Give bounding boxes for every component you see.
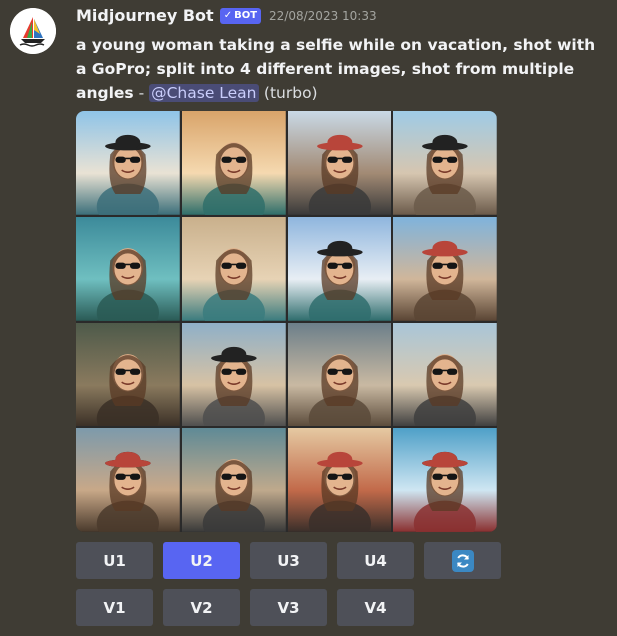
v1-button[interactable]: V1 — [76, 589, 153, 626]
message-header: Midjourney Bot ✓ BOT 22/08/2023 10:33 — [76, 6, 377, 25]
u1-button[interactable]: U1 — [76, 542, 153, 579]
upscale-button-row: U1 U2 U3 U4 — [76, 542, 501, 579]
v2-button[interactable]: V2 — [163, 589, 240, 626]
refresh-icon — [451, 549, 474, 572]
reroll-button[interactable] — [424, 542, 501, 579]
image-tile[interactable] — [181, 111, 286, 215]
photo-thumbnail — [76, 428, 180, 532]
image-tile[interactable] — [76, 428, 180, 532]
separator: - — [133, 84, 150, 102]
image-tile[interactable] — [76, 322, 180, 427]
image-tile[interactable] — [393, 111, 497, 215]
image-tile[interactable] — [181, 322, 286, 427]
image-tile[interactable] — [393, 216, 497, 321]
photo-thumbnail — [393, 322, 497, 427]
photo-thumbnail — [76, 216, 180, 321]
image-grid[interactable] — [76, 111, 497, 532]
sailboat-logo-icon — [10, 8, 56, 54]
image-tile[interactable] — [76, 111, 180, 215]
photo-thumbnail — [287, 216, 392, 321]
photo-thumbnail — [76, 322, 180, 427]
username[interactable]: Midjourney Bot — [76, 6, 214, 25]
image-tile[interactable] — [287, 216, 392, 321]
mode-label: (turbo) — [263, 84, 318, 102]
photo-thumbnail — [393, 111, 497, 215]
u3-button[interactable]: U3 — [250, 542, 327, 579]
message-content: a young woman taking a selfie while on v… — [76, 33, 606, 105]
photo-thumbnail — [181, 322, 286, 427]
bot-badge: ✓ BOT — [219, 7, 262, 24]
v3-button[interactable]: V3 — [250, 589, 327, 626]
variation-button-row: V1 V2 V3 V4 — [76, 589, 414, 626]
bot-badge-label: BOT — [234, 10, 258, 21]
timestamp: 22/08/2023 10:33 — [269, 8, 377, 23]
image-tile[interactable] — [287, 111, 392, 215]
bot-avatar[interactable] — [10, 8, 56, 54]
photo-thumbnail — [287, 322, 392, 427]
photo-thumbnail — [76, 111, 180, 215]
checkmark-icon: ✓ — [223, 10, 233, 21]
user-mention[interactable]: @Chase Lean — [149, 84, 259, 102]
image-tile[interactable] — [181, 216, 286, 321]
u2-button[interactable]: U2 — [163, 542, 240, 579]
photo-thumbnail — [181, 216, 286, 321]
v4-button[interactable]: V4 — [337, 589, 414, 626]
image-tile[interactable] — [287, 322, 392, 427]
u4-button[interactable]: U4 — [337, 542, 414, 579]
photo-thumbnail — [393, 428, 497, 532]
image-tile[interactable] — [393, 428, 497, 532]
image-tile[interactable] — [287, 428, 392, 532]
photo-thumbnail — [287, 111, 392, 215]
photo-thumbnail — [181, 428, 286, 532]
image-tile[interactable] — [76, 216, 180, 321]
image-tile[interactable] — [181, 428, 286, 532]
image-tile[interactable] — [393, 322, 497, 427]
photo-thumbnail — [393, 216, 497, 321]
photo-thumbnail — [287, 428, 392, 532]
photo-thumbnail — [181, 111, 286, 215]
